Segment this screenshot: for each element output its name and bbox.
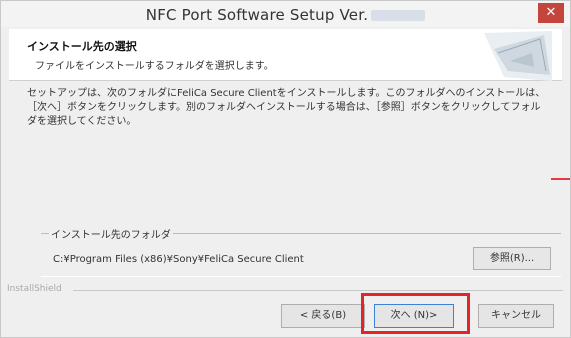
window-title-text: NFC Port Software Setup Ver.	[145, 6, 369, 24]
close-icon: ✕	[545, 5, 557, 20]
back-button[interactable]: < 戻る(B)	[281, 304, 365, 328]
installer-banner-graphic	[484, 31, 552, 81]
destination-folder-path: C:¥Program Files (x86)¥Sony¥FeliCa Secur…	[53, 254, 304, 265]
close-button[interactable]: ✕	[538, 3, 564, 23]
header-panel: インストール先の選択 ファイルをインストールするフォルダを選択します。	[9, 29, 562, 81]
red-annotation-mark	[551, 178, 570, 180]
title-bar: NFC Port Software Setup Ver. ✕	[1, 1, 570, 27]
header-title: インストール先の選択	[27, 40, 137, 53]
version-redaction	[371, 10, 426, 21]
header-subtitle: ファイルをインストールするフォルダを選択します。	[35, 61, 274, 72]
destination-folder-group: インストール先のフォルダ C:¥Program Files (x86)¥Sony…	[41, 226, 561, 277]
installshield-label: InstallShield	[7, 284, 62, 294]
window-title: NFC Port Software Setup Ver.	[41, 6, 530, 24]
footer-divider	[73, 290, 563, 291]
cancel-button[interactable]: キャンセル	[478, 304, 554, 328]
next-button-highlight	[361, 293, 470, 334]
browse-button[interactable]: 参照(R)...	[473, 247, 551, 270]
instruction-text: セットアップは、次のフォルダにFeliCa Secure Clientをインスト…	[27, 88, 546, 127]
setup-window: NFC Port Software Setup Ver. ✕ インストール先の選…	[0, 0, 571, 338]
destination-folder-label: インストール先のフォルダ	[49, 226, 173, 241]
